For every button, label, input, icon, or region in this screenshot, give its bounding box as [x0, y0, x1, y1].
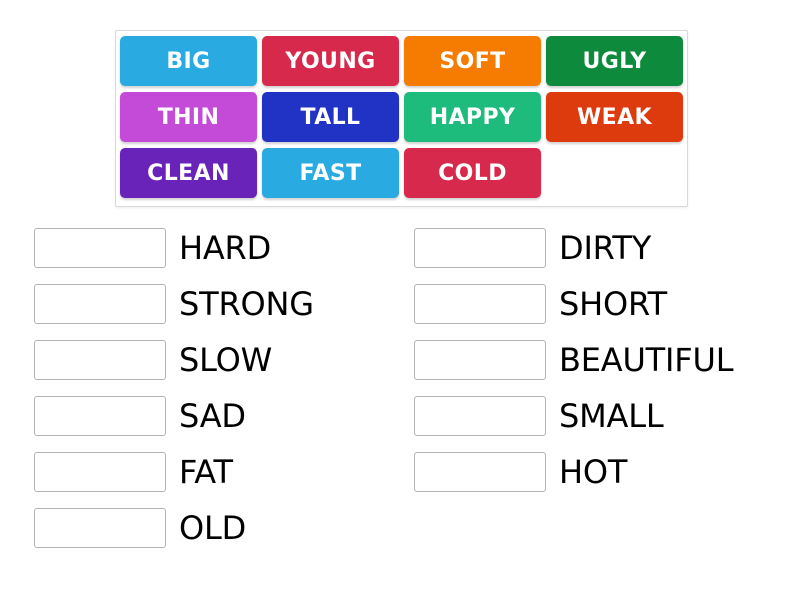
answer-column-right: DIRTY SHORT BEAUTIFUL SMALL HOT — [414, 228, 734, 508]
answer-label: OLD — [179, 509, 247, 547]
word-tile-fast[interactable]: FAST — [262, 148, 399, 198]
drop-slot-fat[interactable] — [34, 452, 166, 492]
word-tile-young[interactable]: YOUNG — [262, 36, 399, 86]
answer-label: BEAUTIFUL — [559, 341, 734, 379]
word-bank-row: CLEAN FAST COLD — [120, 148, 683, 198]
answer-label: SLOW — [179, 341, 273, 379]
answer-column-left: HARD STRONG SLOW SAD FAT OLD — [34, 228, 314, 564]
answer-row: SLOW — [34, 340, 314, 380]
word-tile-happy[interactable]: HAPPY — [404, 92, 541, 142]
drop-slot-slow[interactable] — [34, 340, 166, 380]
word-bank-row: BIG YOUNG SOFT UGLY — [120, 36, 683, 86]
word-tile-thin[interactable]: THIN — [120, 92, 257, 142]
word-tile-label: FAST — [299, 160, 362, 186]
word-tile-clean[interactable]: CLEAN — [120, 148, 257, 198]
word-tile-label: TALL — [300, 104, 361, 130]
word-tile-soft[interactable]: SOFT — [404, 36, 541, 86]
answer-row: HARD — [34, 228, 314, 268]
answer-label: DIRTY — [559, 229, 652, 267]
word-tile-label: SOFT — [439, 48, 506, 74]
word-tile-cold[interactable]: COLD — [404, 148, 541, 198]
answer-label: HOT — [559, 453, 628, 491]
word-tile-label: BIG — [166, 48, 211, 74]
answer-label: SHORT — [559, 285, 668, 323]
drop-slot-hard[interactable] — [34, 228, 166, 268]
word-tile-tall[interactable]: TALL — [262, 92, 399, 142]
word-bank-row: THIN TALL HAPPY WEAK — [120, 92, 683, 142]
drop-slot-hot[interactable] — [414, 452, 546, 492]
answer-row: STRONG — [34, 284, 314, 324]
drop-slot-dirty[interactable] — [414, 228, 546, 268]
drop-slot-small[interactable] — [414, 396, 546, 436]
word-bank: BIG YOUNG SOFT UGLY THIN TALL HAPPY WEAK CLEAN FA… — [115, 30, 688, 207]
answer-row: DIRTY — [414, 228, 733, 268]
answer-row: SMALL — [414, 396, 733, 436]
drop-slot-sad[interactable] — [34, 396, 166, 436]
drop-slot-strong[interactable] — [34, 284, 166, 324]
answer-row: SHORT — [414, 284, 733, 324]
word-tile-weak[interactable]: WEAK — [546, 92, 683, 142]
word-tile-label: UGLY — [582, 48, 647, 74]
word-tile-label: YOUNG — [285, 48, 376, 74]
word-tile-label: HAPPY — [429, 104, 516, 130]
answer-row: SAD — [34, 396, 314, 436]
drop-slot-short[interactable] — [414, 284, 546, 324]
word-tile-big[interactable]: BIG — [120, 36, 257, 86]
answer-row: HOT — [414, 452, 733, 492]
answer-label: SAD — [179, 397, 246, 435]
answer-label: HARD — [179, 229, 272, 267]
answer-label: STRONG — [179, 285, 314, 323]
answer-row: FAT — [34, 452, 314, 492]
answer-label: SMALL — [559, 397, 664, 435]
drop-slot-beautiful[interactable] — [414, 340, 546, 380]
word-tile-ugly[interactable]: UGLY — [546, 36, 683, 86]
drop-slot-old[interactable] — [34, 508, 166, 548]
word-tile-label: COLD — [438, 160, 507, 186]
answer-row: BEAUTIFUL — [414, 340, 734, 380]
answer-row: OLD — [34, 508, 314, 548]
word-tile-label: THIN — [157, 104, 220, 130]
answer-label: FAT — [179, 453, 233, 491]
word-tile-label: WEAK — [577, 104, 652, 130]
word-tile-label: CLEAN — [147, 160, 230, 186]
